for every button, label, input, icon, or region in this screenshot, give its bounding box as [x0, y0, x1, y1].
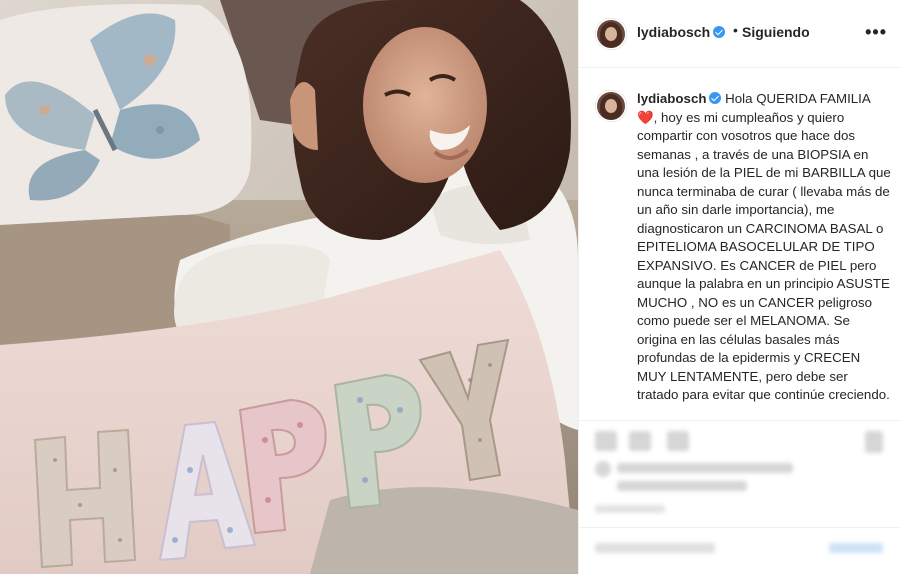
caption-avatar[interactable]	[595, 90, 627, 122]
separator-dot: •	[733, 22, 738, 38]
caption-greeting: Hola QUERIDA FAMILIA	[725, 91, 871, 106]
comment-icon[interactable]	[629, 431, 651, 451]
likes-text	[617, 463, 793, 473]
following-button[interactable]: Siguiendo	[742, 24, 810, 40]
heart-icon[interactable]	[595, 431, 617, 451]
caption-username[interactable]: lydiabosch	[637, 91, 706, 106]
post-photo[interactable]	[0, 0, 578, 574]
caption-body: , hoy es mi cumpleaños y quiero comparti…	[637, 109, 891, 403]
share-icon[interactable]	[667, 431, 689, 451]
post-image	[0, 0, 578, 574]
post-side-panel: lydiabosch • Siguiendo ••• lydiabosch Ho…	[578, 0, 900, 574]
verified-icon	[713, 26, 726, 38]
likes-text-2	[617, 481, 747, 491]
more-icon[interactable]: •••	[865, 22, 887, 43]
comment-input[interactable]	[595, 543, 715, 553]
actions-section	[579, 420, 900, 560]
username-link[interactable]: lydiabosch	[637, 24, 726, 40]
avatar[interactable]	[595, 18, 627, 50]
divider	[579, 527, 900, 528]
caption-text: lydiabosch Hola QUERIDA FAMILIA ❤️, hoy …	[637, 90, 891, 405]
liker-avatar	[595, 461, 611, 477]
timestamp	[595, 505, 665, 513]
bookmark-icon[interactable]	[865, 431, 883, 453]
username-text[interactable]: lydiabosch	[637, 24, 710, 40]
verified-icon	[709, 92, 722, 104]
heart-emoji: ❤️	[637, 109, 654, 125]
post-button[interactable]	[829, 543, 883, 553]
post-header: lydiabosch • Siguiendo •••	[579, 0, 900, 68]
